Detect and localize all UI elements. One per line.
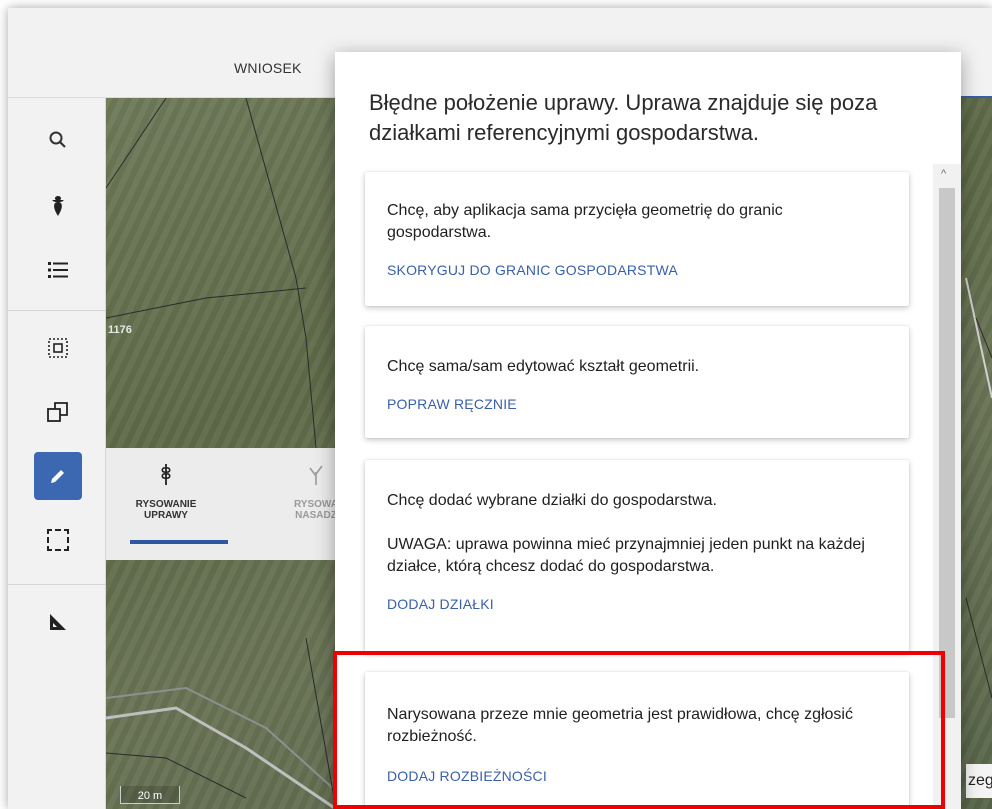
measure-button[interactable] bbox=[34, 598, 82, 646]
list-button[interactable] bbox=[34, 246, 82, 294]
dialog-title: Błędne położenie uprawy. Uprawa znajduje… bbox=[369, 90, 878, 145]
option-text: Chcę sama/sam edytować kształt geometrii… bbox=[387, 358, 700, 375]
scroll-up-icon[interactable]: ^ bbox=[941, 168, 946, 180]
trim-to-farm-button[interactable]: SKORYGUJ DO GRANIC GOSPODARSTWA bbox=[387, 262, 678, 278]
left-toolbar bbox=[8, 98, 106, 809]
search-icon bbox=[49, 131, 66, 148]
add-parcels-button[interactable]: DODAJ DZIAŁKI bbox=[387, 596, 494, 612]
option-note: UWAGA: uprawa powinna mieć przynajmniej … bbox=[387, 536, 865, 575]
parcel-label: 1176 bbox=[108, 324, 132, 336]
option-card: Chcę, aby aplikacja sama przycięła geome… bbox=[365, 172, 909, 306]
toolbar-divider bbox=[8, 584, 106, 585]
scale-bar: 20 m bbox=[120, 786, 180, 804]
crop-icon bbox=[52, 196, 64, 216]
selection-box-button[interactable] bbox=[34, 516, 82, 564]
draw-crop-label-2: UPRAWY bbox=[144, 510, 188, 521]
draw-crop-tool[interactable]: RYSOWANIE UPRAWY bbox=[130, 462, 202, 521]
options-list[interactable]: Chcę, aby aplikacja sama przycięła geome… bbox=[335, 164, 961, 809]
active-tool-indicator bbox=[130, 540, 228, 544]
option-text: Chcę dodać wybrane działki do gospodarst… bbox=[387, 492, 717, 509]
option-card: Chcę dodać wybrane działki do gospodarst… bbox=[365, 460, 909, 652]
edit-manually-button[interactable]: POPRAW RĘCZNIE bbox=[387, 396, 517, 412]
measure-icon bbox=[50, 614, 66, 630]
copy-geometry-icon bbox=[47, 402, 68, 422]
select-area-icon bbox=[48, 338, 68, 358]
draw-planting-label-1: RYSOWA bbox=[293, 499, 339, 510]
scrollbar-thumb[interactable] bbox=[939, 188, 955, 718]
error-dialog: Błędne położenie uprawy. Uprawa znajduje… bbox=[335, 52, 961, 809]
list-icon bbox=[48, 262, 68, 278]
pencil-icon bbox=[51, 470, 64, 483]
crops-button[interactable] bbox=[34, 182, 82, 230]
draw-crop-label-1: RYSOWANIE bbox=[135, 499, 197, 510]
option-text: Chcę, aby aplikacja sama przycięła geome… bbox=[387, 202, 783, 241]
option-card: Chcę sama/sam edytować kształt geometrii… bbox=[365, 326, 909, 438]
draw-button[interactable] bbox=[34, 452, 82, 500]
option-text: Narysowana przeze mnie geometria jest pr… bbox=[387, 706, 853, 745]
plant-icon bbox=[161, 464, 171, 485]
sapling-icon bbox=[309, 465, 323, 485]
draw-planting-label-2: NASADZ bbox=[295, 510, 337, 521]
report-discrepancy-button[interactable]: DODAJ ROZBIEŻNOŚCI bbox=[387, 768, 547, 784]
selection-box-icon bbox=[47, 529, 69, 551]
select-area-button[interactable] bbox=[34, 324, 82, 372]
partial-text: zeg bbox=[966, 764, 992, 798]
search-button[interactable] bbox=[34, 116, 82, 164]
copy-geometry-button[interactable] bbox=[34, 388, 82, 436]
option-card: Narysowana przeze mnie geometria jest pr… bbox=[365, 672, 909, 809]
toolbar-divider bbox=[8, 310, 106, 311]
tab-wniosek[interactable]: WNIOSEK bbox=[234, 60, 302, 76]
